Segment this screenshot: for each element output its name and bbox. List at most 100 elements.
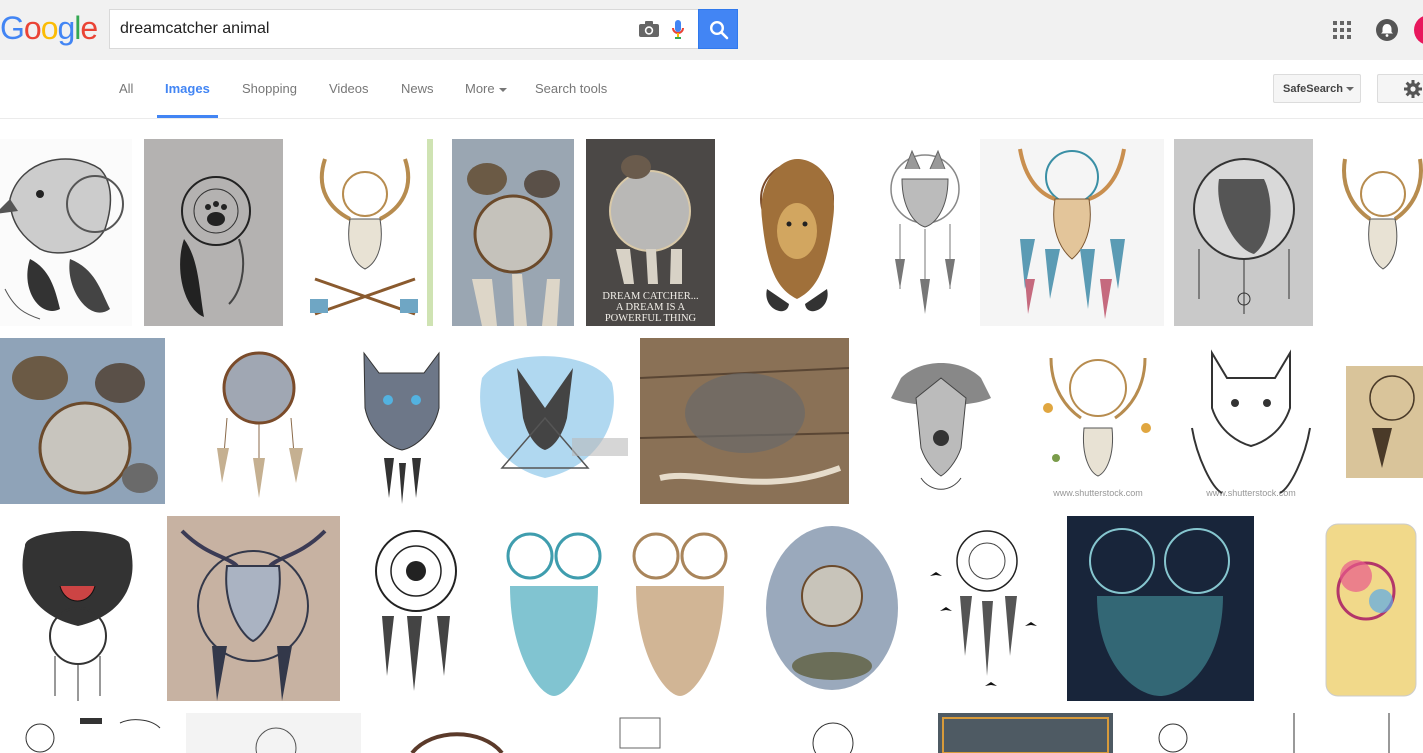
bear-wolf-painting-image [452, 139, 574, 326]
image-result-phone-case[interactable] [1266, 516, 1423, 701]
night-owl-image [1089, 528, 1230, 696]
image-result-wolf-sketch[interactable] [880, 139, 970, 326]
phone-case-image [1325, 523, 1417, 697]
avatar[interactable] [1414, 15, 1423, 45]
tab-more-label: More [465, 81, 495, 96]
image-result-antler-skull[interactable] [295, 139, 438, 326]
logo-letter: e [80, 10, 98, 46]
image-result-row4-3[interactable] [372, 713, 547, 753]
image-result-native-woman[interactable] [1174, 139, 1313, 326]
logo-letter: o [40, 10, 59, 46]
image-result-feather-wolf[interactable]: www.shutterstock.com [1172, 338, 1330, 504]
dreamcatcher-sketch-image [255, 727, 297, 753]
search-query-text[interactable]: dreamcatcher animal [120, 20, 269, 38]
caption-line: POWERFUL THING [604, 313, 697, 324]
notifications-icon[interactable] [1376, 19, 1398, 41]
antler-skull-image [310, 139, 433, 326]
dreamcatcher-sketch-image [619, 717, 661, 749]
image-result-wolf-dreamcatcher[interactable] [177, 338, 342, 504]
native-woman-image [1193, 158, 1295, 314]
search-button[interactable] [698, 9, 738, 49]
bell-icon [1381, 24, 1393, 37]
image-result-paw-dreamcatcher[interactable] [144, 139, 283, 326]
oval-painting-image [766, 526, 898, 690]
image-result-row4-2[interactable] [186, 713, 361, 753]
wood-dreamcatcher-image [640, 338, 849, 504]
tab-more[interactable]: More [465, 81, 507, 96]
image-result-butterfly-skull[interactable]: www.shutterstock.com [1036, 338, 1160, 504]
camera-icon[interactable] [638, 20, 660, 38]
parchment-deer-image [1346, 366, 1423, 478]
tab-shopping[interactable]: Shopping [242, 81, 297, 96]
image-result-wood-dreamcatcher[interactable] [640, 338, 849, 504]
image-result-dream-quote[interactable]: DREAM CATCHER... A DREAM IS A POWERFUL T… [586, 139, 715, 326]
image-result-row4-1[interactable] [0, 713, 184, 753]
image-result-buffalo-tattoo[interactable] [167, 516, 340, 701]
image-result-row4-5[interactable] [753, 713, 928, 753]
search-input[interactable]: dreamcatcher animal [109, 9, 698, 49]
logo-letter: G [0, 10, 25, 46]
tab-all[interactable]: All [119, 81, 133, 96]
settings-button[interactable] [1377, 74, 1423, 103]
tab-images[interactable]: Images [165, 81, 210, 96]
butterfly-skull-image [1043, 357, 1151, 477]
gear-icon [1404, 80, 1422, 98]
image-result-birds-dreamcatcher[interactable] [920, 516, 1055, 701]
image-result-bear-wolf-circle[interactable] [0, 338, 165, 504]
image-result-splash-wolf[interactable] [462, 338, 628, 504]
lion-image [760, 159, 835, 312]
image-caption: DREAM CATCHER... A DREAM IS A POWERFUL T… [586, 291, 715, 324]
image-result-bear-wolf-painting[interactable] [452, 139, 574, 326]
logo-letter: o [23, 10, 42, 46]
blue-wolf-image [363, 351, 440, 504]
google-logo[interactable]: Google [0, 10, 98, 47]
image-result-night-owl[interactable] [1067, 516, 1254, 701]
chevron-down-icon [498, 87, 507, 92]
birds-dreamcatcher-image [930, 530, 1037, 686]
image-result-oval-painting[interactable] [756, 516, 908, 701]
image-result-row4-6[interactable] [938, 713, 1113, 753]
eagle-dreamcatcher-image [0, 158, 124, 320]
image-result-parchment-deer[interactable] [1342, 338, 1423, 504]
caption-line: DREAM CATCHER... [602, 291, 699, 302]
search-icon [709, 20, 729, 40]
image-result-ornate-wolf[interactable] [861, 338, 1024, 504]
dreamcatcher-sketch-image [410, 732, 504, 753]
image-result-eagle-feathers[interactable] [0, 139, 132, 326]
top-bar: Google dreamcatcher animal [0, 0, 1423, 60]
bear-wolf-circle-image [12, 356, 158, 495]
watermark: www.shutterstock.com [1053, 488, 1143, 498]
chevron-down-icon [1345, 87, 1354, 92]
safesearch-label: SafeSearch [1283, 83, 1343, 95]
image-result-mandala-dreamcatcher[interactable] [352, 516, 480, 701]
deer-feathers-image [1018, 148, 1126, 319]
image-result-antler-skull-2[interactable] [1325, 139, 1423, 326]
image-result-deer-feathers[interactable] [980, 139, 1164, 326]
image-result-owl-pair[interactable] [490, 516, 744, 701]
logo-letter: g [57, 10, 75, 46]
image-result-row4-7[interactable] [1123, 713, 1223, 753]
image-result-row4-8[interactable] [1234, 713, 1423, 753]
tab-search-tools[interactable]: Search tools [535, 81, 607, 96]
splash-wolf-image [480, 356, 628, 478]
image-result-bear-roar[interactable] [0, 516, 155, 701]
microphone-icon[interactable] [671, 19, 685, 41]
buffalo-tattoo-image [180, 529, 327, 701]
image-result-blue-wolf[interactable] [354, 338, 450, 504]
antler-skull-image [1342, 158, 1423, 270]
image-result-lion[interactable] [727, 139, 868, 326]
wolf-sketch-image [890, 149, 960, 314]
apps-grid-icon[interactable] [1333, 21, 1351, 39]
dreamcatcher-sketch-image [812, 722, 854, 753]
ornate-wolf-image [891, 363, 991, 490]
image-result-row4-4[interactable] [560, 713, 741, 753]
dreamcatcher-sketch-image [25, 718, 161, 753]
tab-videos[interactable]: Videos [329, 81, 369, 96]
owl-pair-image [506, 532, 728, 696]
feather-wolf-image [1191, 349, 1311, 494]
paw-dreamcatcher-image [180, 176, 251, 317]
tab-news[interactable]: News [401, 81, 434, 96]
mandala-dreamcatcher-image [375, 530, 457, 691]
safesearch-button[interactable]: SafeSearch [1273, 74, 1361, 103]
wolf-dreamcatcher-image [217, 351, 303, 498]
